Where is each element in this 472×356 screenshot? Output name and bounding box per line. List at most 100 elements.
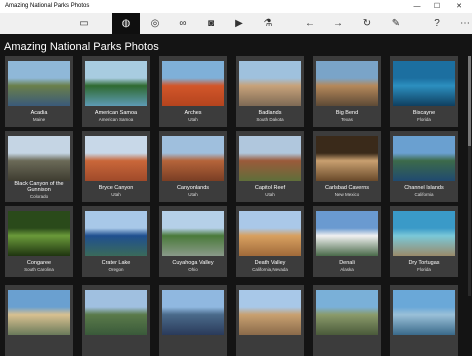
park-tile[interactable]: Crater Lake Oregon xyxy=(82,206,150,277)
park-state: Maine xyxy=(32,117,46,122)
camera-icon[interactable]: ◙ xyxy=(197,13,225,34)
park-tile[interactable]: Badlands South Dakota xyxy=(236,56,304,127)
park-name: American Samoa xyxy=(94,110,138,116)
park-state: Ohio xyxy=(188,267,198,272)
park-name: Cuyahoga Valley xyxy=(172,260,214,266)
park-tile[interactable]: Cuyahoga Valley Ohio xyxy=(159,206,227,277)
park-tile[interactable]: Biscayne Florida xyxy=(390,56,458,127)
park-state: California,Nevada xyxy=(252,267,288,272)
park-grid: Acadia Maine American Samoa American Samoa A… xyxy=(0,56,472,356)
park-tile[interactable]: Big Bend Texas xyxy=(313,56,381,127)
park-state: South Carolina xyxy=(24,267,54,272)
globe-icon[interactable]: ◎ xyxy=(141,13,169,34)
page-title: Amazing National Parks Photos xyxy=(4,41,159,53)
park-photo xyxy=(162,61,224,106)
minimize-button[interactable]: — xyxy=(407,0,427,13)
scrollbar[interactable] xyxy=(468,56,471,296)
park-name: Congaree xyxy=(26,260,52,266)
park-photo xyxy=(316,211,378,256)
park-photo xyxy=(239,290,301,335)
window-title: Amazing National Parks Photos xyxy=(5,3,90,9)
refresh-icon[interactable]: ↻ xyxy=(353,13,381,34)
park-state: Oregon xyxy=(108,267,124,272)
park-tile[interactable]: Channel Islands California xyxy=(390,131,458,202)
park-name: Bryce Canyon xyxy=(98,185,134,191)
park-state: Florida xyxy=(417,117,431,122)
park-tile[interactable]: Arches Utah xyxy=(159,56,227,127)
park-state: American Samoa xyxy=(98,117,134,122)
park-photo xyxy=(393,136,455,181)
park-name: Dry Tortugas xyxy=(408,260,440,266)
park-tile[interactable] xyxy=(390,285,458,356)
park-photo xyxy=(162,211,224,256)
pencil-icon[interactable]: ✎ xyxy=(382,13,410,34)
arrow-left-icon[interactable]: ← xyxy=(296,13,324,34)
park-state: Utah xyxy=(265,192,275,197)
park-photo xyxy=(8,136,70,181)
scrollbar-thumb[interactable] xyxy=(468,56,471,146)
park-photo xyxy=(393,61,455,106)
park-tile[interactable]: Black Canyon of the Gunnison Colorado xyxy=(5,131,73,202)
park-name: Black Canyon of the Gunnison xyxy=(14,181,64,193)
toolbar: ▭ ◍ ◎ ∞ ◙ ▶ ⚗ ← → ↻ ✎? ⋯ xyxy=(0,13,472,34)
park-photo xyxy=(239,136,301,181)
park-photo xyxy=(393,290,455,335)
globe-dark-icon[interactable]: ◍ xyxy=(112,13,140,34)
park-tile[interactable]: Carlsbad Caverns New Mexico xyxy=(313,131,381,202)
park-tile[interactable] xyxy=(236,285,304,356)
park-tile[interactable]: Denali Alaska xyxy=(313,206,381,277)
park-tile[interactable]: Death Valley California,Nevada xyxy=(236,206,304,277)
help-icon[interactable]: ? xyxy=(423,13,451,34)
title-bar: Amazing National Parks Photos — ☐ ✕ xyxy=(0,0,472,13)
park-tile[interactable]: Dry Tortugas Florida xyxy=(390,206,458,277)
park-tile[interactable]: Capitol Reef Utah xyxy=(236,131,304,202)
park-photo xyxy=(8,61,70,106)
park-photo xyxy=(85,61,147,106)
park-state: Texas xyxy=(341,117,353,122)
park-state: Colorado xyxy=(29,194,49,199)
screen-icon[interactable]: ▭ xyxy=(70,13,98,34)
park-tile[interactable] xyxy=(5,285,73,356)
park-photo xyxy=(162,290,224,335)
park-tile[interactable]: Bryce Canyon Utah xyxy=(82,131,150,202)
park-tile[interactable]: Canyonlands Utah xyxy=(159,131,227,202)
close-button[interactable]: ✕ xyxy=(449,0,469,13)
park-photo xyxy=(85,136,147,181)
park-photo xyxy=(8,290,70,335)
park-name: Big Bend xyxy=(335,110,359,116)
park-photo xyxy=(85,290,147,335)
park-state: Alaska xyxy=(340,267,354,272)
park-tile[interactable] xyxy=(313,285,381,356)
park-photo xyxy=(316,136,378,181)
park-photo xyxy=(239,61,301,106)
park-photo xyxy=(85,211,147,256)
park-name: Badlands xyxy=(258,110,282,116)
park-name: Denali xyxy=(339,260,355,266)
park-state: Florida xyxy=(417,267,431,272)
binoculars-icon[interactable]: ∞ xyxy=(169,13,197,34)
park-name: Crater Lake xyxy=(101,260,131,266)
park-name: Biscayne xyxy=(412,110,436,116)
park-state: Utah xyxy=(188,192,198,197)
flask-icon[interactable]: ⚗ xyxy=(254,13,282,34)
park-tile[interactable]: Congaree South Carolina xyxy=(5,206,73,277)
park-state: California xyxy=(414,192,434,197)
park-state: South Dakota xyxy=(256,117,284,122)
park-tile[interactable]: American Samoa American Samoa xyxy=(82,56,150,127)
park-photo xyxy=(239,211,301,256)
park-name: Canyonlands xyxy=(176,185,210,191)
park-name: Death Valley xyxy=(254,260,286,266)
more-icon[interactable]: ⋯ xyxy=(451,13,472,34)
park-tile[interactable]: Acadia Maine xyxy=(5,56,73,127)
park-photo xyxy=(393,211,455,256)
park-tile[interactable] xyxy=(82,285,150,356)
arrow-right-icon[interactable]: → xyxy=(324,13,352,34)
park-name: Acadia xyxy=(30,110,48,116)
maximize-button[interactable]: ☐ xyxy=(427,0,447,13)
video-icon[interactable]: ▶ xyxy=(225,13,253,34)
park-name: Capitol Reef xyxy=(254,185,286,191)
park-tile[interactable] xyxy=(159,285,227,356)
park-name: Channel Islands xyxy=(404,185,444,191)
park-state: New Mexico xyxy=(334,192,360,197)
park-photo xyxy=(8,211,70,256)
